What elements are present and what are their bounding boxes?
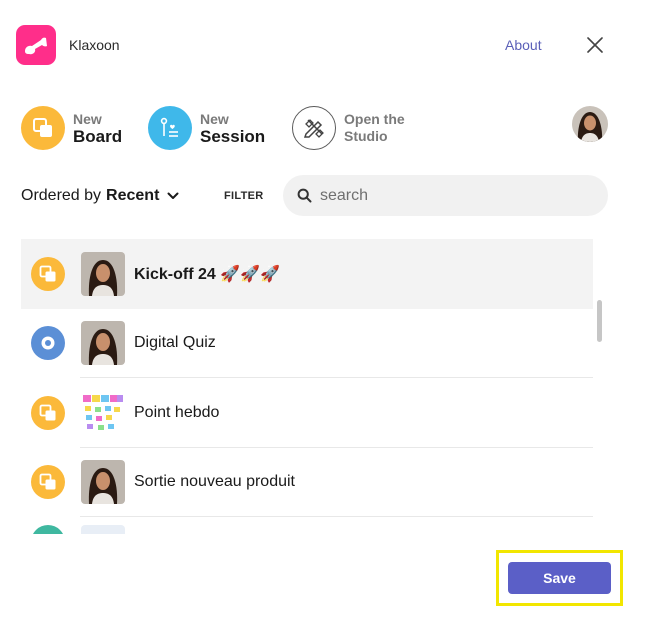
list-item[interactable]: Point hebdo <box>21 378 593 448</box>
new-board-line1: New <box>73 111 102 127</box>
new-board-button[interactable]: New Board <box>21 106 122 150</box>
new-session-line2: Session <box>200 127 266 146</box>
order-value: Recent <box>106 187 160 204</box>
chevron-down-icon <box>167 192 179 200</box>
board-icon <box>31 256 65 291</box>
new-session-line1: New <box>200 111 229 127</box>
new-board-line2: Board <box>73 127 123 146</box>
board-icon <box>31 395 65 430</box>
user-avatar[interactable] <box>572 106 608 142</box>
about-link[interactable]: About <box>505 37 542 53</box>
item-title: Point hebdo <box>134 403 220 421</box>
item-title: Sortie nouveau produit <box>134 473 295 491</box>
klaxoon-logo-icon <box>16 25 56 65</box>
board-icon <box>21 106 65 150</box>
item-title: Kick-off 24 🚀🚀🚀 <box>134 265 281 283</box>
item-list: Kick-off 24 🚀🚀🚀 Digital Quiz Point hebdo… <box>21 239 593 534</box>
item-thumbnail <box>81 390 125 435</box>
search-icon <box>297 188 312 203</box>
header: Klaxoon About <box>0 0 651 90</box>
order-dropdown[interactable]: Ordered by Recent <box>21 187 179 205</box>
open-studio-button[interactable]: Open the Studio <box>292 106 405 150</box>
list-item-partial[interactable] <box>21 517 593 534</box>
board-icon <box>31 465 65 500</box>
list-scrollbar[interactable] <box>597 300 602 342</box>
item-thumbnail <box>81 525 125 534</box>
app-name: Klaxoon <box>69 37 120 53</box>
filter-button[interactable]: FILTER <box>224 190 263 202</box>
item-thumbnail <box>81 460 125 505</box>
item-thumbnail <box>81 251 125 296</box>
open-studio-line1: Open the <box>344 111 405 127</box>
studio-icon <box>292 106 336 150</box>
item-title: Digital Quiz <box>134 334 216 352</box>
close-icon[interactable] <box>584 34 606 56</box>
order-prefix: Ordered by <box>21 187 102 204</box>
save-button[interactable]: Save <box>508 562 611 594</box>
search-box[interactable] <box>283 175 608 216</box>
search-input[interactable] <box>320 186 590 205</box>
session-icon <box>31 525 65 534</box>
new-session-button[interactable]: New Session <box>148 106 265 150</box>
open-studio-line2: Studio <box>344 128 388 144</box>
quiz-icon <box>31 326 65 361</box>
session-icon <box>148 106 192 150</box>
item-thumbnail <box>81 321 125 366</box>
list-item[interactable]: Kick-off 24 🚀🚀🚀 <box>21 239 593 309</box>
list-item[interactable]: Digital Quiz <box>21 309 593 379</box>
list-item[interactable]: Sortie nouveau produit <box>21 448 593 518</box>
